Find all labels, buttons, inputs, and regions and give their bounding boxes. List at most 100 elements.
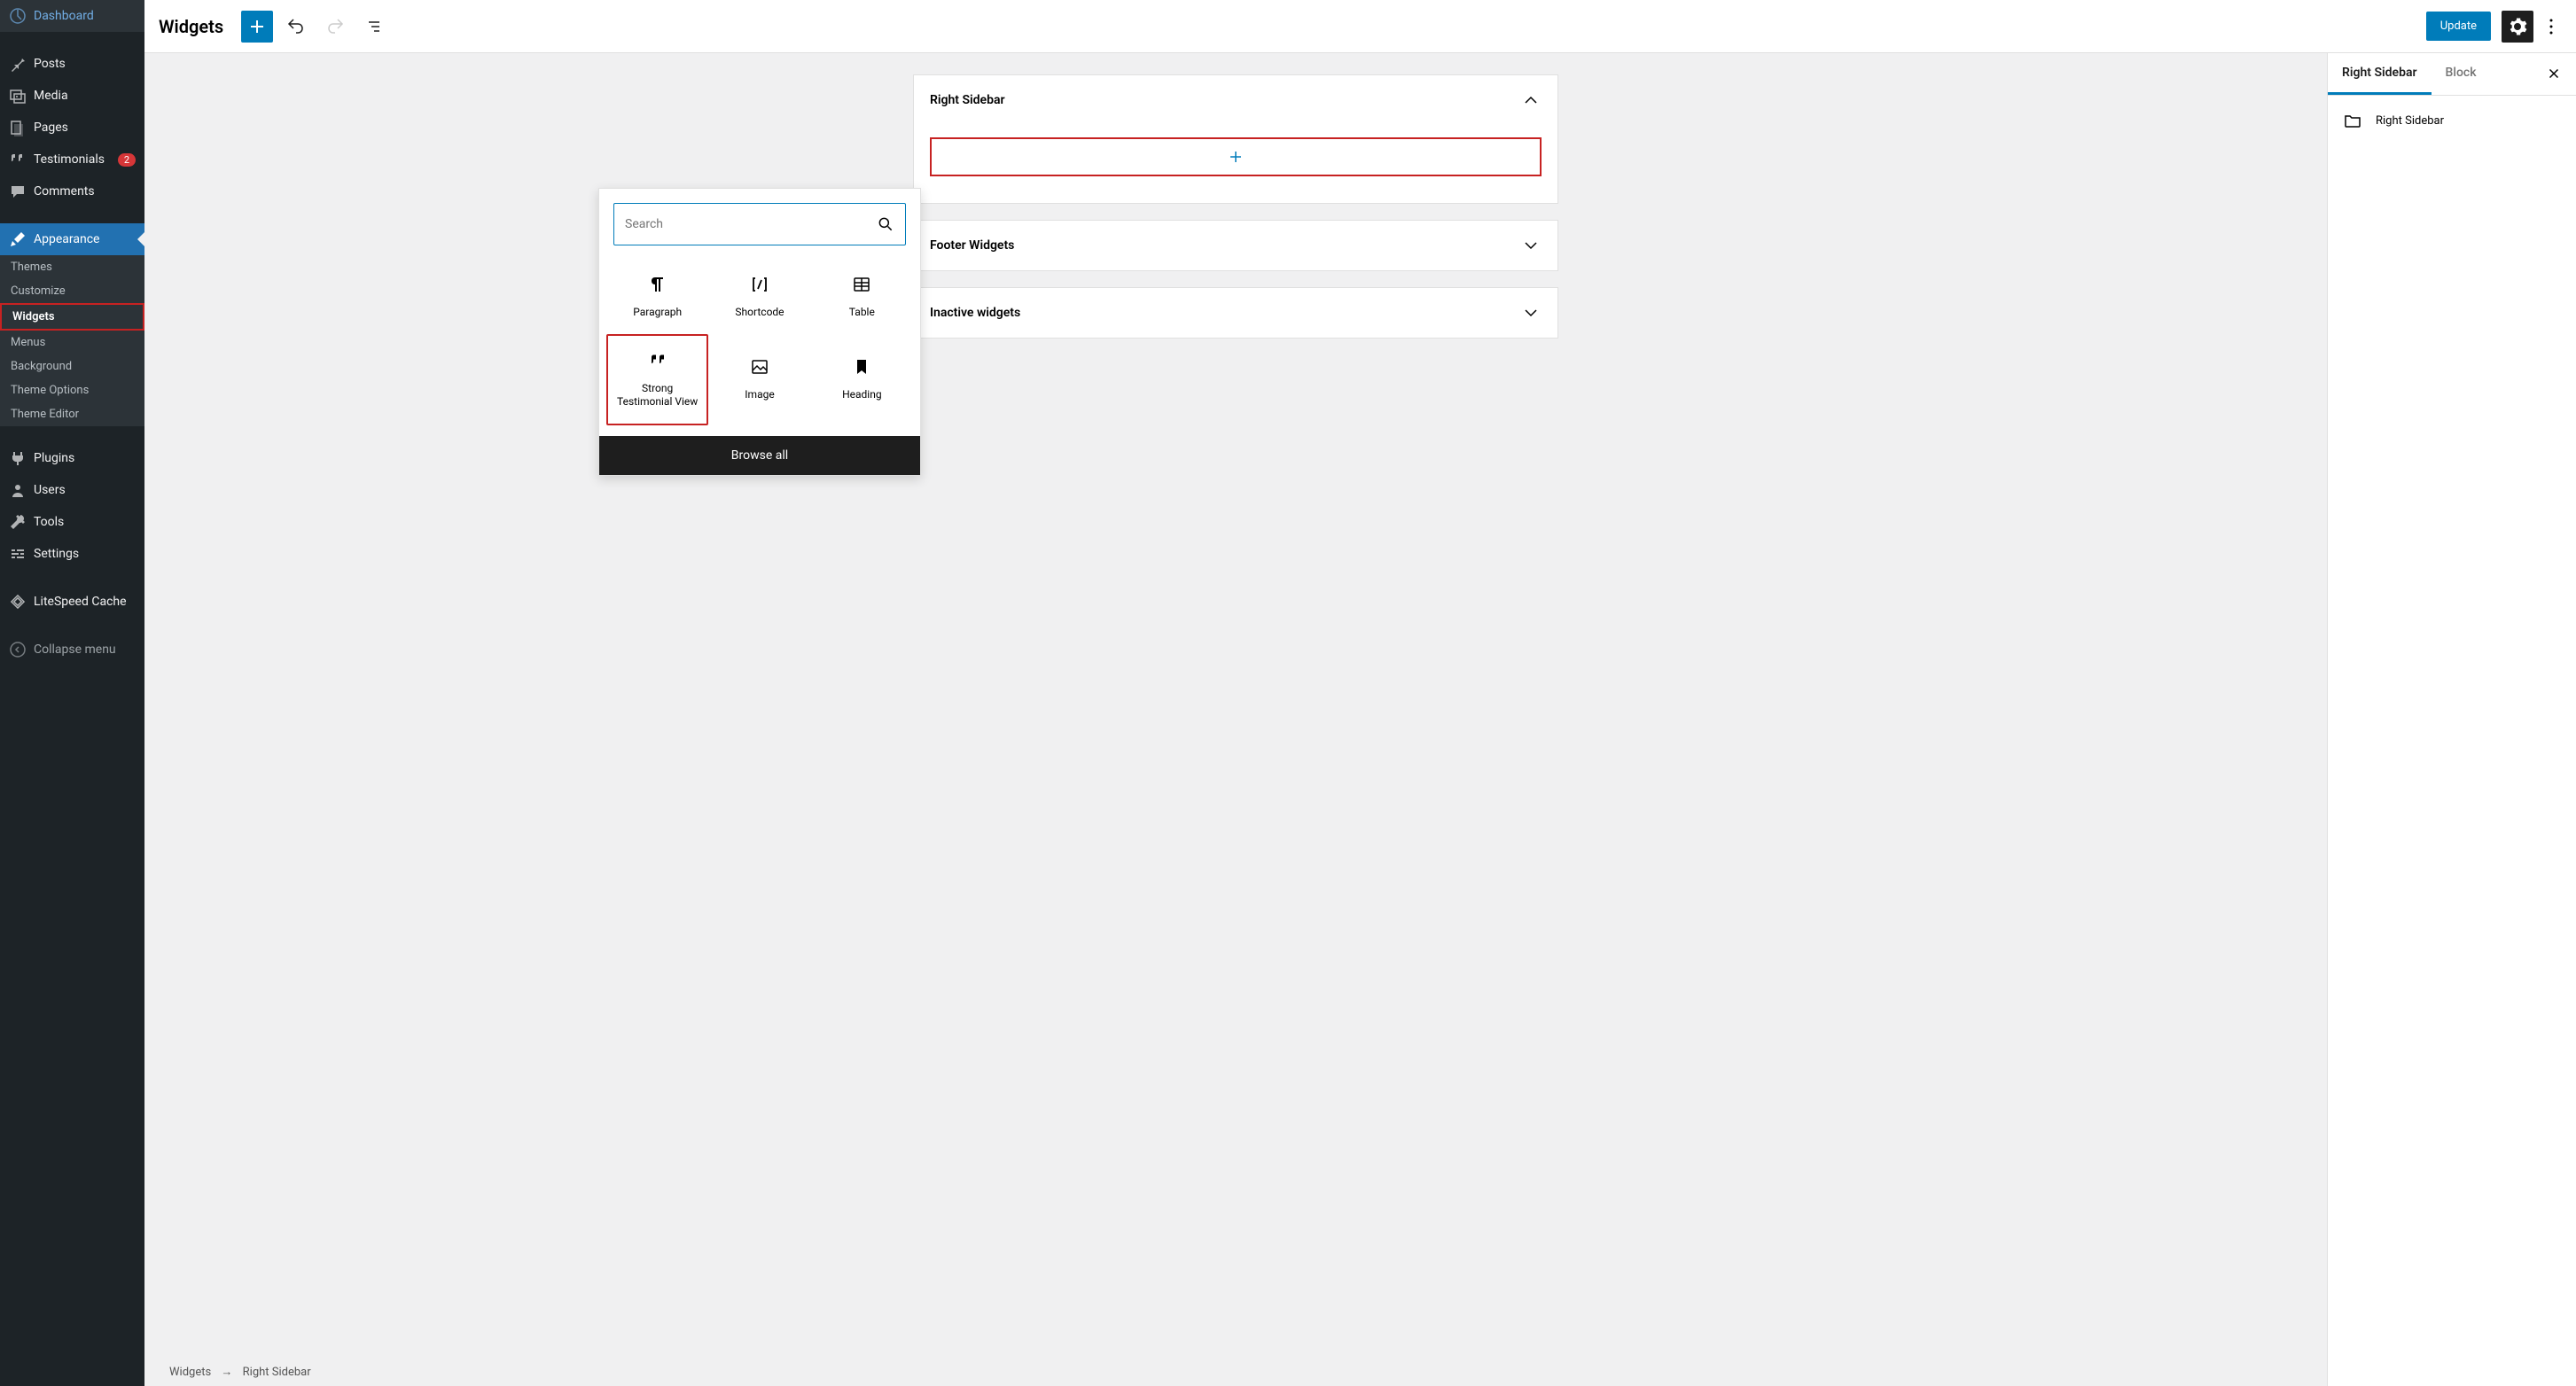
more-options-button[interactable] xyxy=(2541,11,2562,43)
sidebar-item-label: Testimonials xyxy=(34,152,118,167)
submenu-item-themes[interactable]: Themes xyxy=(0,255,144,279)
appearance-submenu: Themes Customize Widgets Menus Backgroun… xyxy=(0,255,144,426)
settings-button[interactable] xyxy=(2502,11,2533,43)
submenu-item-widgets[interactable]: Widgets xyxy=(0,303,144,331)
sidebar-item-posts[interactable]: Posts xyxy=(0,48,144,80)
sidebar-item-appearance[interactable]: Appearance xyxy=(0,223,144,255)
wrench-icon xyxy=(9,513,27,531)
inspector-tabs: Right Sidebar Block xyxy=(2328,53,2576,96)
sidebar-item-dashboard[interactable]: Dashboard xyxy=(0,0,144,32)
breadcrumb-leaf[interactable]: Right Sidebar xyxy=(243,1366,311,1379)
media-icon xyxy=(9,87,27,105)
quote-icon xyxy=(9,151,27,168)
submenu-item-theme-editor[interactable]: Theme Editor xyxy=(0,402,144,426)
block-label: Strong Testimonial View xyxy=(613,382,701,409)
browse-all-button[interactable]: Browse all xyxy=(599,436,920,475)
sidebar-item-label: Users xyxy=(34,483,136,497)
sidebar-item-testimonials[interactable]: Testimonials 2 xyxy=(0,144,144,175)
submenu-item-menus[interactable]: Menus xyxy=(0,331,144,354)
brush-icon xyxy=(9,230,27,248)
widget-area-right-sidebar: Right Sidebar xyxy=(913,74,1558,204)
block-label: Table xyxy=(849,306,875,320)
inspector-panel: Right Sidebar Block Right Sidebar xyxy=(2327,53,2576,1386)
sidebar-item-tools[interactable]: Tools xyxy=(0,506,144,538)
inserter-search-box xyxy=(613,203,906,245)
sidebar-item-comments[interactable]: Comments xyxy=(0,175,144,207)
close-inspector-button[interactable] xyxy=(2532,53,2576,95)
update-button[interactable]: Update xyxy=(2426,12,2491,41)
comment-icon xyxy=(9,183,27,200)
content-main: Right Sidebar Footer Widgets xyxy=(144,53,2327,1386)
collapse-icon xyxy=(9,641,27,658)
sidebar-item-label: Tools xyxy=(34,515,136,529)
submenu-item-theme-options[interactable]: Theme Options xyxy=(0,378,144,402)
sidebar-item-settings[interactable]: Settings xyxy=(0,538,144,570)
submenu-item-customize[interactable]: Customize xyxy=(0,279,144,303)
redo-button[interactable] xyxy=(319,11,351,43)
breadcrumb-separator: → xyxy=(221,1366,232,1379)
search-icon xyxy=(877,215,894,233)
block-image[interactable]: Image xyxy=(708,334,810,425)
testimonials-badge: 2 xyxy=(118,153,136,167)
chevron-down-icon xyxy=(1520,302,1542,323)
block-strong-testimonial-view[interactable]: Strong Testimonial View xyxy=(606,334,708,425)
topbar: Widgets Update xyxy=(144,0,2576,53)
sidebar-item-label: Settings xyxy=(34,547,136,561)
sidebar-item-label: Plugins xyxy=(34,451,136,465)
sidebar-item-media[interactable]: Media xyxy=(0,80,144,112)
bookmark-icon xyxy=(851,356,872,378)
user-icon xyxy=(9,481,27,499)
sidebar-item-plugins[interactable]: Plugins xyxy=(0,442,144,474)
breadcrumb: Widgets → Right Sidebar xyxy=(144,1358,336,1386)
sidebar-item-label: Collapse menu xyxy=(34,642,136,657)
sidebar-item-label: Dashboard xyxy=(34,9,136,23)
tab-right-sidebar[interactable]: Right Sidebar xyxy=(2328,53,2432,95)
folder-icon xyxy=(2342,110,2363,131)
admin-sidebar: Dashboard Posts Media Pages Testimonials… xyxy=(0,0,144,1386)
inspector-current-area: Right Sidebar xyxy=(2342,110,2562,131)
image-icon xyxy=(749,356,770,378)
list-view-button[interactable] xyxy=(358,11,390,43)
undo-button[interactable] xyxy=(280,11,312,43)
block-heading[interactable]: Heading xyxy=(811,334,913,425)
block-shortcode[interactable]: Shortcode xyxy=(708,260,810,334)
sidebar-item-users[interactable]: Users xyxy=(0,474,144,506)
sidebar-item-pages[interactable]: Pages xyxy=(0,112,144,144)
sidebar-item-litespeed[interactable]: LiteSpeed Cache xyxy=(0,586,144,618)
breadcrumb-root[interactable]: Widgets xyxy=(169,1366,211,1379)
table-icon xyxy=(851,274,872,295)
widget-area-header[interactable]: Footer Widgets xyxy=(914,221,1557,270)
sidebar-item-label: LiteSpeed Cache xyxy=(34,595,136,609)
paragraph-icon xyxy=(647,274,668,295)
add-block-button[interactable] xyxy=(241,11,273,43)
block-label: Heading xyxy=(842,388,882,402)
widget-area-title: Right Sidebar xyxy=(930,93,1005,107)
plug-icon xyxy=(9,449,27,467)
widget-area-footer: Footer Widgets xyxy=(913,220,1558,271)
inserter-search-input[interactable] xyxy=(625,217,877,231)
tab-block[interactable]: Block xyxy=(2432,53,2491,95)
block-table[interactable]: Table xyxy=(811,260,913,334)
chevron-up-icon xyxy=(1520,90,1542,111)
submenu-item-background[interactable]: Background xyxy=(0,354,144,378)
block-label: Paragraph xyxy=(633,306,682,320)
add-block-slot[interactable] xyxy=(930,137,1542,176)
sidebar-item-label: Media xyxy=(34,89,136,103)
sliders-icon xyxy=(9,545,27,563)
block-paragraph[interactable]: Paragraph xyxy=(606,260,708,334)
shortcode-icon xyxy=(749,274,770,295)
sidebar-item-label: Appearance xyxy=(34,232,136,246)
widget-area-title: Footer Widgets xyxy=(930,238,1014,253)
litespeed-icon xyxy=(9,593,27,611)
close-icon xyxy=(2546,66,2562,82)
block-label: Image xyxy=(745,388,774,402)
widget-area-header[interactable]: Right Sidebar xyxy=(914,75,1557,125)
widget-area-inactive: Inactive widgets xyxy=(913,287,1558,339)
main-area: Widgets Update xyxy=(144,0,2576,1386)
sidebar-item-collapse[interactable]: Collapse menu xyxy=(0,634,144,666)
pin-icon xyxy=(9,55,27,73)
inspector-area-name: Right Sidebar xyxy=(2376,114,2444,128)
sidebar-item-label: Pages xyxy=(34,121,136,135)
widget-area-header[interactable]: Inactive widgets xyxy=(914,288,1557,338)
page-icon xyxy=(9,119,27,136)
